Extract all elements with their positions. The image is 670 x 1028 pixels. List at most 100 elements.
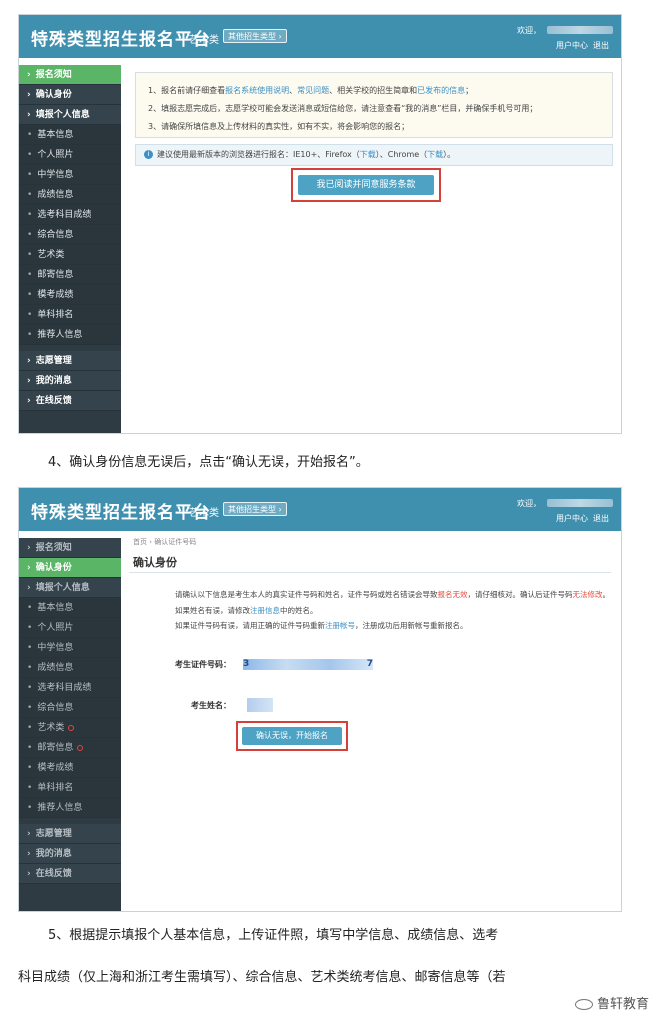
- registration-info-link[interactable]: 注册信息: [250, 606, 280, 615]
- sidebar-item-label: 个人照片: [37, 623, 74, 633]
- sidebar-item-label: 单科排名: [37, 783, 74, 793]
- confirm-start-button[interactable]: 确认无误，开始报名: [242, 727, 342, 745]
- page-title: 确认身份: [133, 556, 177, 569]
- manual-link[interactable]: 报名系统使用说明: [225, 86, 289, 95]
- header-links: 用户中心 退出: [551, 40, 609, 51]
- sidebar-item-label: 志愿管理: [35, 356, 72, 366]
- sidebar-item-5[interactable]: 中学信息: [19, 165, 121, 185]
- sidebar-item-3[interactable]: 基本信息: [19, 125, 121, 145]
- sidebar-item-label: 志愿管理: [35, 829, 72, 839]
- sidebar-item-12[interactable]: 单科排名: [19, 778, 121, 798]
- confirm-highlight-box: 确认无误，开始报名: [236, 721, 348, 751]
- category-label: 艺术类: [189, 508, 219, 519]
- other-types-button[interactable]: 其他招生类型 ›: [223, 29, 287, 43]
- sidebar-item-label: 确认身份: [35, 563, 72, 573]
- notice-box: 1、报名前请仔细查看报名系统使用说明、常见问题、相关学校的招生简章和已发布的信息…: [135, 72, 613, 138]
- sidebar-item-label: 成绩信息: [37, 190, 74, 200]
- sidebar-item-10[interactable]: 邮寄信息: [19, 265, 121, 285]
- sidebar-item-label: 基本信息: [37, 603, 74, 613]
- other-types-button[interactable]: 其他招生类型 ›: [223, 502, 287, 516]
- platform-title: 特殊类型招生报名平台: [31, 503, 211, 523]
- sidebar-item-3[interactable]: 基本信息: [19, 598, 121, 618]
- sidebar-item-9[interactable]: 艺术类: [19, 245, 121, 265]
- breadcrumb: 首页 › 确认证件号码: [133, 538, 197, 546]
- sidebar-item-2[interactable]: 填报个人信息: [19, 105, 121, 125]
- sidebar-item-label: 基本信息: [37, 130, 74, 140]
- sidebar-item-15[interactable]: 我的消息: [19, 371, 121, 391]
- sidebar-item-13[interactable]: 推荐人信息: [19, 798, 121, 818]
- sidebar-item-0[interactable]: 报名须知: [19, 65, 121, 85]
- step-5-caption-line-2: 科目成绩（仅上海和浙江考生需填写）、综合信息、艺术类统考信息、邮寄信息等（若: [18, 970, 506, 985]
- user-center-link[interactable]: 用户中心: [556, 514, 588, 523]
- sidebar-item-5[interactable]: 中学信息: [19, 638, 121, 658]
- notice-line-1: 1、报名前请仔细查看报名系统使用说明、常见问题、相关学校的招生简章和已发布的信息…: [148, 86, 474, 95]
- sidebar-item-label: 我的消息: [35, 849, 72, 859]
- sidebar-item-2[interactable]: 填报个人信息: [19, 578, 121, 598]
- sidebar-item-label: 邮寄信息: [37, 743, 74, 753]
- platform-header: 特殊类型招生报名平台 艺术类 其他招生类型 › 欢迎， 用户中心 退出: [19, 488, 621, 531]
- chrome-download-link[interactable]: 下载: [427, 150, 443, 159]
- sidebar-item-9[interactable]: 艺术类: [19, 718, 121, 738]
- sidebar-item-4[interactable]: 个人照片: [19, 145, 121, 165]
- sidebar-item-11[interactable]: 模考成绩: [19, 285, 121, 305]
- sidebar-item-10[interactable]: 邮寄信息: [19, 738, 121, 758]
- sidebar-nav: 报名须知确认身份填报个人信息基本信息个人照片中学信息成绩信息选考科目成绩综合信息…: [19, 538, 121, 911]
- sidebar-item-15[interactable]: 我的消息: [19, 844, 121, 864]
- sidebar-item-11[interactable]: 模考成绩: [19, 758, 121, 778]
- category-label: 艺术类: [189, 35, 219, 46]
- title-divider: [129, 572, 611, 573]
- welcome-text: 欢迎，: [517, 26, 541, 35]
- wechat-icon: [574, 999, 593, 1010]
- sidebar-item-label: 填报个人信息: [35, 583, 90, 593]
- watermark: 鲁轩教育: [571, 992, 652, 1013]
- step-5-caption-line-1: 5、根据提示填报个人基本信息，上传证件照，填写中学信息、成绩信息、选考: [48, 928, 499, 943]
- instruction-1: 请确认以下信息是考生本人的真实证件号码和姓名，证件号码或姓名错误会导致报名无效，…: [175, 590, 610, 599]
- info-icon: i: [144, 150, 153, 159]
- sidebar-item-1[interactable]: 确认身份: [19, 85, 121, 105]
- sidebar-item-16[interactable]: 在线反馈: [19, 864, 121, 884]
- sidebar-item-label: 我的消息: [35, 376, 72, 386]
- faq-link[interactable]: 常见问题: [297, 86, 329, 95]
- sidebar-item-8[interactable]: 综合信息: [19, 225, 121, 245]
- incomplete-dot-icon: [77, 744, 84, 751]
- sidebar-item-14[interactable]: 志愿管理: [19, 824, 121, 844]
- sidebar-item-8[interactable]: 综合信息: [19, 698, 121, 718]
- id-number-label: 考生证件号码：: [175, 660, 231, 669]
- username-redacted: [547, 26, 613, 34]
- incomplete-dot-icon: [68, 724, 75, 731]
- agree-highlight-box: 我已阅读并同意服务条款: [291, 168, 441, 202]
- instruction-3: 如果证件号码有误，请用正确的证件号码重新注册帐号，注册成功后用新帐号重新报名。: [175, 621, 468, 630]
- sidebar-item-7[interactable]: 选考科目成绩: [19, 205, 121, 225]
- user-center-link[interactable]: 用户中心: [556, 41, 588, 50]
- sidebar-item-label: 中学信息: [37, 170, 74, 180]
- sidebar-item-label: 艺术类: [37, 723, 65, 733]
- sidebar-item-13[interactable]: 推荐人信息: [19, 325, 121, 345]
- sidebar-item-4[interactable]: 个人照片: [19, 618, 121, 638]
- sidebar-item-label: 在线反馈: [35, 869, 72, 879]
- platform-header: 特殊类型招生报名平台 艺术类 其他招生类型 › 欢迎， 用户中心 退出: [19, 15, 621, 58]
- sidebar-item-12[interactable]: 单科排名: [19, 305, 121, 325]
- firefox-download-link[interactable]: 下载: [360, 150, 376, 159]
- sidebar-item-16[interactable]: 在线反馈: [19, 391, 121, 411]
- sidebar-item-label: 在线反馈: [35, 396, 72, 406]
- logout-link[interactable]: 退出: [593, 41, 609, 50]
- sidebar-item-label: 推荐人信息: [37, 330, 83, 340]
- step-4-caption: 4、确认身份信息无误后，点击“确认无误，开始报名”。: [48, 455, 369, 470]
- sidebar-item-6[interactable]: 成绩信息: [19, 185, 121, 205]
- notice-line-2: 2、填报志愿完成后，志愿学校可能会发送消息或短信给您，请注意查看“我的消息”栏目…: [148, 104, 538, 113]
- sidebar-item-0[interactable]: 报名须知: [19, 538, 121, 558]
- register-account-link[interactable]: 注册帐号: [325, 621, 355, 630]
- agree-terms-button[interactable]: 我已阅读并同意服务条款: [298, 175, 434, 195]
- sidebar-item-label: 艺术类: [37, 250, 65, 260]
- sidebar-item-label: 成绩信息: [37, 663, 74, 673]
- screenshot-registration-notice: 特殊类型招生报名平台 艺术类 其他招生类型 › 欢迎， 用户中心退出 报名须知确…: [18, 14, 622, 434]
- sidebar-item-label: 选考科目成绩: [37, 210, 92, 220]
- logout-link[interactable]: 退出: [593, 514, 609, 523]
- sidebar-item-label: 中学信息: [37, 643, 74, 653]
- published-info-link[interactable]: 已发布的信息: [417, 86, 465, 95]
- sidebar-item-14[interactable]: 志愿管理: [19, 351, 121, 371]
- sidebar-item-6[interactable]: 成绩信息: [19, 658, 121, 678]
- sidebar-item-1[interactable]: 确认身份: [19, 558, 121, 578]
- sidebar-item-label: 推荐人信息: [37, 803, 83, 813]
- sidebar-item-7[interactable]: 选考科目成绩: [19, 678, 121, 698]
